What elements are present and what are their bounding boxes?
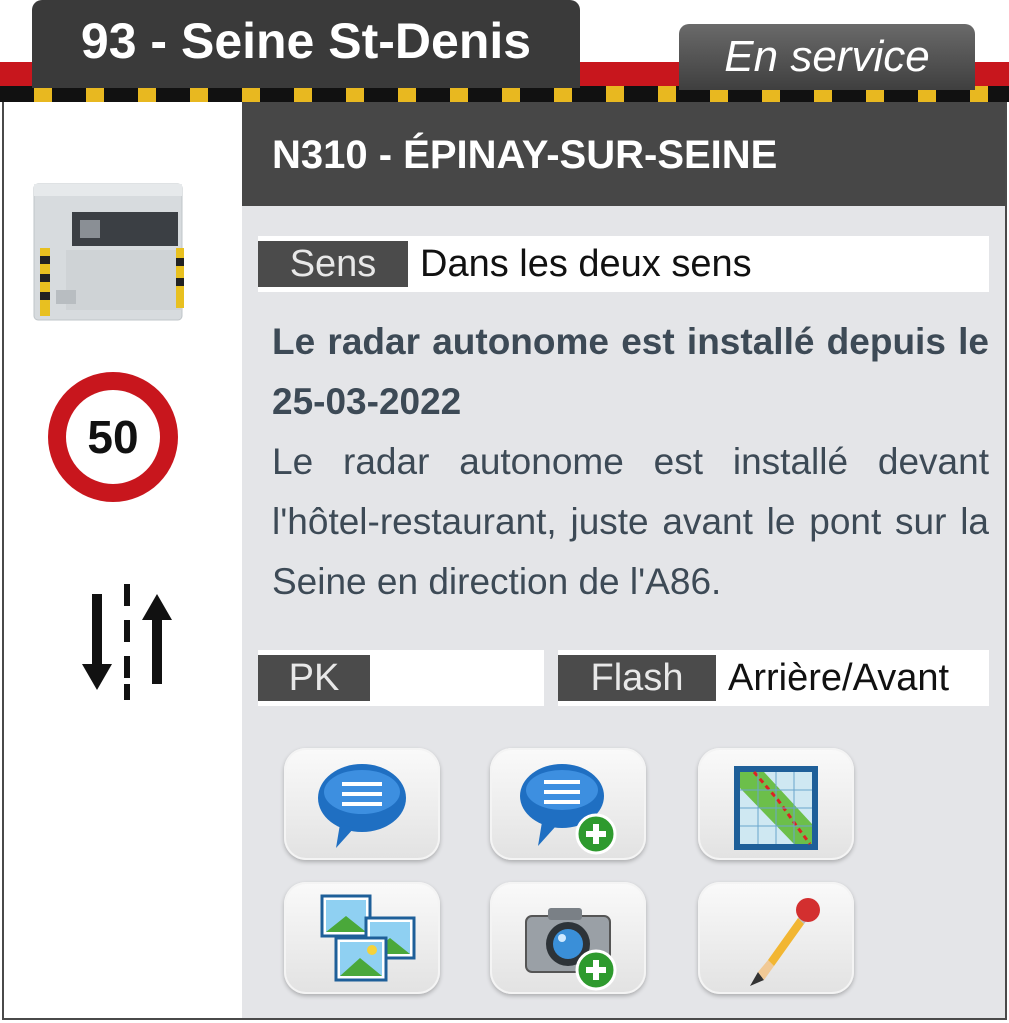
map-button[interactable] (698, 748, 854, 860)
edit-button[interactable] (698, 882, 854, 994)
flash-field: Flash Arrière/Avant (558, 650, 989, 706)
description-text: Le radar autonome est installé devant l'… (272, 441, 989, 602)
pk-label: PK (258, 655, 370, 701)
sens-value: Dans les deux sens (420, 243, 752, 285)
radar-icons-column: 50 (4, 102, 242, 1018)
edit-pencil-icon (750, 898, 820, 986)
comments-button[interactable] (284, 748, 440, 860)
radar-card: 50 N310 - ÉPINAY-SUR-SEINE Sens Dans les… (2, 102, 1007, 1020)
flash-value: Arrière/Avant (728, 657, 950, 699)
add-photo-button[interactable] (490, 882, 646, 994)
flash-label: Flash (558, 655, 716, 701)
radar-camera-icon (33, 183, 184, 321)
photos-button[interactable] (284, 882, 440, 994)
department-tab: 93 - Seine St-Denis (32, 0, 580, 88)
both-directions-icon (82, 584, 172, 700)
map-icon (734, 766, 818, 850)
add-photo-icon (525, 908, 617, 991)
comments-icon (318, 764, 406, 848)
radar-description: Le radar autonome est installé depuis le… (272, 312, 989, 612)
description-heading: Le radar autonome est installé depuis le… (272, 321, 989, 422)
location-title: N310 - ÉPINAY-SUR-SEINE (242, 102, 1005, 206)
speed-limit-sign: 50 (48, 372, 178, 502)
sens-field: Sens Dans les deux sens (258, 236, 989, 292)
speed-limit-value: 50 (66, 390, 160, 484)
add-comment-button[interactable] (490, 748, 646, 860)
add-comment-icon (520, 764, 617, 855)
sens-label: Sens (258, 241, 408, 287)
pk-field: PK (258, 650, 544, 706)
photos-icon (320, 894, 416, 982)
radar-details-panel: N310 - ÉPINAY-SUR-SEINE Sens Dans les de… (242, 102, 1005, 1018)
status-tab: En service (679, 24, 975, 90)
